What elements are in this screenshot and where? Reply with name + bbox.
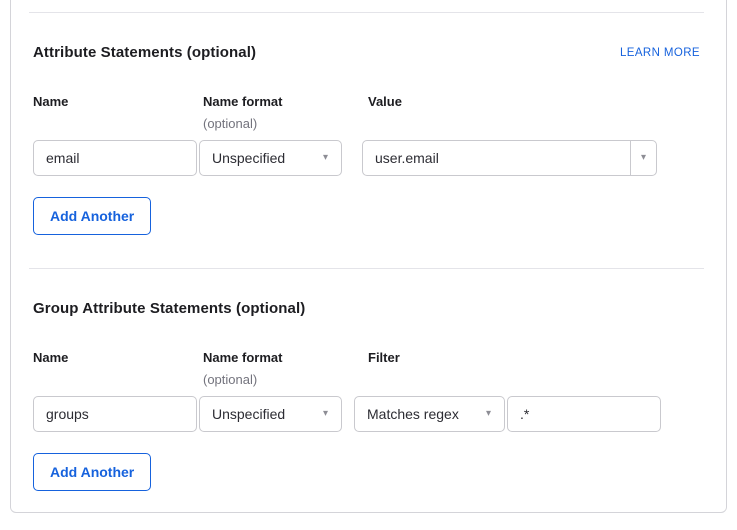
saml-settings-card: Attribute Statements (optional) LEARN MO… — [10, 0, 727, 513]
column-header-name-format: Name format (optional) — [203, 94, 368, 131]
name-format-selected-value: Unspecified — [212, 150, 285, 166]
filter-type-selected-value: Matches regex — [367, 406, 459, 422]
column-headers: Name Name format (optional) Filter — [33, 350, 700, 387]
learn-more-link[interactable]: LEARN MORE — [620, 46, 700, 60]
section-divider — [29, 268, 704, 269]
add-another-button[interactable]: Add Another — [33, 453, 151, 491]
name-format-select[interactable]: Unspecified ▾ — [199, 140, 342, 176]
attribute-value-input[interactable] — [362, 140, 631, 176]
name-format-selected-value: Unspecified — [212, 406, 285, 422]
column-headers: Name Name format (optional) Value — [33, 94, 700, 131]
column-header-filter: Filter — [368, 350, 700, 365]
column-header-name-format: Name format (optional) — [203, 350, 368, 387]
name-format-select[interactable]: Unspecified ▾ — [199, 396, 342, 432]
section-divider — [29, 12, 704, 13]
section-header: Group Attribute Statements (optional) — [33, 300, 700, 318]
filter-type-select[interactable]: Matches regex ▾ — [354, 396, 505, 432]
optional-hint: (optional) — [203, 116, 368, 131]
chevron-down-icon: ▾ — [323, 153, 328, 163]
section-attribute-statements: Attribute Statements (optional) LEARN MO… — [33, 44, 700, 235]
section-title: Attribute Statements (optional) — [33, 44, 256, 62]
attribute-row: Unspecified ▾ ▾ — [33, 140, 700, 176]
section-title: Group Attribute Statements (optional) — [33, 300, 305, 318]
filter-value-input[interactable] — [507, 396, 661, 432]
group-attribute-name-input[interactable] — [33, 396, 197, 432]
chevron-down-icon: ▾ — [486, 409, 491, 419]
section-group-attribute-statements: Group Attribute Statements (optional) Na… — [33, 300, 700, 491]
column-header-value: Value — [368, 94, 700, 109]
add-another-button[interactable]: Add Another — [33, 197, 151, 235]
group-attribute-row: Unspecified ▾ Matches regex ▾ — [33, 396, 700, 432]
chevron-down-icon: ▾ — [323, 409, 328, 419]
optional-hint: (optional) — [203, 372, 368, 387]
column-header-name: Name — [33, 94, 203, 109]
attribute-value-group: ▾ — [362, 140, 657, 176]
value-dropdown-toggle[interactable]: ▾ — [630, 140, 657, 176]
section-header: Attribute Statements (optional) LEARN MO… — [33, 44, 700, 62]
chevron-down-icon: ▾ — [641, 153, 646, 163]
attribute-name-input[interactable] — [33, 140, 197, 176]
column-header-name: Name — [33, 350, 203, 365]
